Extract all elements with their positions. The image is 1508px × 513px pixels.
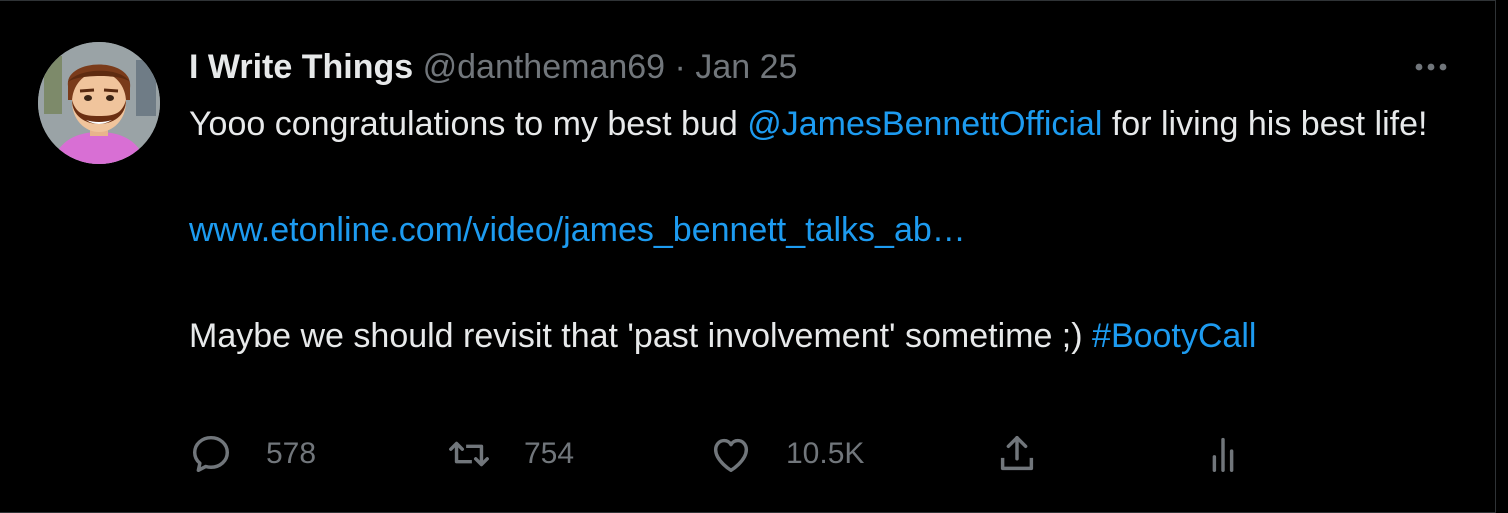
tweet-paragraph-1: Yooo congratulations to my best bud @Jam… xyxy=(189,102,1429,146)
like-button[interactable]: 10.5K xyxy=(708,431,864,477)
bearded-man-avatar-icon xyxy=(38,42,160,164)
like-count: 10.5K xyxy=(786,437,865,470)
retweet-button[interactable]: 754 xyxy=(446,431,574,477)
header-separator: · xyxy=(674,48,686,86)
tweet-card[interactable]: I Write Things @dantheman69 · Jan 25 Yoo… xyxy=(0,0,1496,513)
tweet-actions: 578 754 10.5K xyxy=(188,431,1288,477)
analytics-button[interactable] xyxy=(1200,431,1246,477)
tweet-paragraph-2: www.etonline.com/video/james_bennett_tal… xyxy=(189,208,1429,252)
hashtag-link[interactable]: #BootyCall xyxy=(1092,317,1256,355)
reply-count: 578 xyxy=(266,437,317,470)
mention-link[interactable]: @JamesBennettOfficial xyxy=(747,105,1102,143)
author-handle[interactable]: @dantheman69 xyxy=(423,48,665,86)
reply-icon xyxy=(192,435,230,473)
tweet-text-segment: Maybe we should revisit that 'past invol… xyxy=(189,317,1093,355)
share-button[interactable] xyxy=(994,431,1040,477)
retweet-icon xyxy=(449,441,489,467)
tweet-text: Yooo congratulations to my best bud @Jam… xyxy=(189,102,1429,358)
reply-button[interactable]: 578 xyxy=(188,431,316,477)
analytics-icon xyxy=(1212,437,1234,473)
tweet-date[interactable]: Jan 25 xyxy=(695,48,797,86)
url-link[interactable]: www.etonline.com/video/james_bennett_tal… xyxy=(189,211,966,249)
tweet-text-segment: Yooo congratulations to my best bud xyxy=(189,105,748,143)
like-icon xyxy=(713,438,749,473)
tweet-paragraph-3: Maybe we should revisit that 'past invol… xyxy=(189,314,1429,358)
tweet-header: I Write Things @dantheman69 · Jan 25 xyxy=(189,47,797,87)
more-icon xyxy=(1415,63,1447,71)
author-avatar[interactable] xyxy=(38,42,160,164)
retweet-count: 754 xyxy=(524,437,575,470)
share-icon xyxy=(1000,435,1034,471)
tweet-text-segment: for living his best life! xyxy=(1102,105,1428,143)
more-options-button[interactable] xyxy=(1408,49,1454,85)
author-display-name[interactable]: I Write Things xyxy=(189,48,413,86)
